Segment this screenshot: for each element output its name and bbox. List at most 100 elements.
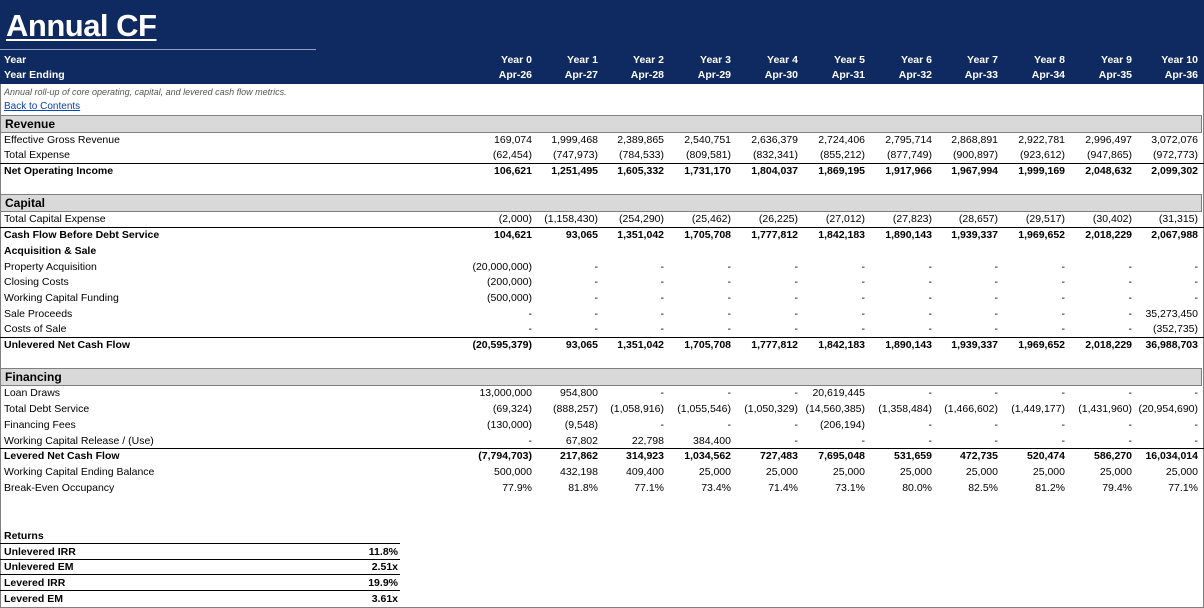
year-ending-col-10: Apr-36	[1164, 69, 1198, 81]
cell-year-8: 25,000	[1032, 466, 1065, 478]
cell-year-9: (30,402)	[1092, 213, 1132, 225]
row-label: Sale Proceeds	[4, 308, 73, 320]
cell-year-3: 1,731,170	[684, 165, 731, 177]
cell-year-3: 1,034,562	[684, 450, 731, 462]
cell-year-2: -	[660, 276, 665, 288]
cell-year-10: 35,273,450	[1145, 308, 1198, 320]
cell-year-9: -	[1128, 308, 1133, 320]
cell-year-9: 2,996,497	[1085, 134, 1132, 146]
cell-year-0: (2,000)	[498, 213, 532, 225]
cell-year-6: -	[928, 276, 933, 288]
row-label: Costs of Sale	[4, 323, 67, 335]
year-col-header-8: Year 8	[1034, 54, 1065, 66]
cell-year-2: 22,798	[631, 435, 664, 447]
year-col-header-3: Year 3	[700, 54, 731, 66]
cell-year-1: (1,158,430)	[544, 213, 598, 225]
cell-year-2: 409,400	[626, 466, 664, 478]
cell-year-6: 531,659	[894, 450, 932, 462]
cell-year-1: 67,802	[565, 435, 598, 447]
cell-year-0: (200,000)	[487, 276, 532, 288]
cell-year-8: 520,474	[1027, 450, 1065, 462]
returns-row-divider	[0, 590, 400, 591]
cell-year-3: 25,000	[698, 466, 731, 478]
cell-year-0: 104,621	[494, 229, 532, 241]
cell-year-7: -	[994, 387, 999, 399]
cell-year-5: -	[861, 323, 866, 335]
cell-year-4: (1,050,329)	[744, 403, 798, 415]
returns-metric-label: Levered EM	[4, 593, 63, 605]
cell-year-6: 2,795,714	[885, 134, 932, 146]
cell-year-10: 3,072,076	[1151, 134, 1198, 146]
cell-year-2: 1,351,042	[617, 339, 664, 351]
cell-year-3: 384,400	[693, 435, 731, 447]
cell-year-0: -	[528, 323, 533, 335]
year-ending-col-3: Apr-29	[697, 69, 731, 81]
cell-year-7: -	[994, 435, 999, 447]
cell-year-0: 13,000,000	[479, 387, 532, 399]
cell-year-9: -	[1128, 261, 1133, 273]
cell-year-3: 73.4%	[701, 482, 731, 494]
cell-year-2: 2,389,865	[617, 134, 664, 146]
cell-year-10: -	[1194, 261, 1199, 273]
returns-row-divider	[0, 574, 400, 575]
cell-year-5: (27,012)	[825, 213, 865, 225]
year-label: Year	[4, 54, 27, 66]
cell-year-7: 1,939,337	[951, 229, 998, 241]
cell-year-9: 2,018,229	[1085, 339, 1132, 351]
row-label: Financing Fees	[4, 419, 76, 431]
cell-year-9: 586,270	[1094, 450, 1132, 462]
cell-year-4: (832,341)	[753, 149, 798, 161]
cell-year-10: (972,773)	[1153, 149, 1198, 161]
cell-year-5: 2,724,406	[818, 134, 865, 146]
cell-year-1: -	[594, 323, 599, 335]
section-financing-label: Financing	[5, 370, 62, 384]
row-label: Total Capital Expense	[4, 213, 106, 225]
row-lncf: Levered Net Cash Flow (7,794,703) 217,862 3…	[0, 448, 1204, 462]
cell-year-8: -	[1061, 276, 1066, 288]
row-label: Property Acquisition	[4, 261, 97, 273]
cell-year-6: 1,890,143	[885, 339, 932, 351]
cell-year-0: -	[528, 308, 533, 320]
cell-year-9: -	[1128, 387, 1133, 399]
cell-year-0: (20,000,000)	[472, 261, 532, 273]
cell-year-7: 25,000	[965, 466, 998, 478]
cell-year-3: -	[727, 276, 732, 288]
returns-metric-value: 11.8%	[368, 546, 398, 558]
cell-year-9: -	[1128, 435, 1133, 447]
cell-year-3: (809,581)	[686, 149, 731, 161]
cell-year-4: 2,636,379	[751, 134, 798, 146]
cell-year-6: 1,917,966	[885, 165, 932, 177]
row-label: Working Capital Release / (Use)	[4, 435, 154, 447]
cell-year-0: (130,000)	[487, 419, 532, 431]
cell-year-1: -	[594, 292, 599, 304]
cell-year-7: -	[994, 276, 999, 288]
cell-year-4: -	[794, 419, 799, 431]
cell-year-0: 169,074	[494, 134, 532, 146]
returns-metric-label: Unlevered IRR	[4, 546, 76, 558]
row-cfbds: Cash Flow Before Debt Service 104,621 93,0…	[0, 227, 1204, 241]
year-col-header-4: Year 4	[767, 54, 798, 66]
year-ending-col-7: Apr-33	[964, 69, 998, 81]
cell-year-5: 7,695,048	[818, 450, 865, 462]
cell-year-5: (206,194)	[820, 419, 865, 431]
cell-year-1: 93,065	[565, 339, 598, 351]
cell-year-2: 1,605,332	[617, 165, 664, 177]
sheet-description: Annual roll-up of core operating, capita…	[4, 87, 287, 97]
cell-year-6: -	[928, 261, 933, 273]
cell-year-1: (888,257)	[553, 403, 598, 415]
row-label: Break-Even Occupancy	[4, 482, 115, 494]
page-title: Annual CF	[6, 8, 157, 43]
row-label: Total Expense	[4, 149, 70, 161]
cell-year-4: -	[794, 323, 799, 335]
cell-year-10: 2,099,302	[1151, 165, 1198, 177]
returns-metric-label: Levered IRR	[4, 577, 66, 589]
cell-year-3: (1,055,546)	[677, 403, 731, 415]
cell-year-0: (20,595,379)	[472, 339, 532, 351]
cell-year-7: -	[994, 261, 999, 273]
row-label: Cash Flow Before Debt Service	[4, 229, 160, 241]
cell-year-4: 71.4%	[768, 482, 798, 494]
year-ending-col-6: Apr-32	[898, 69, 932, 81]
row-label: Unlevered Net Cash Flow	[4, 339, 131, 351]
cell-year-6: -	[928, 323, 933, 335]
back-to-contents-link[interactable]: Back to Contents	[4, 101, 80, 112]
